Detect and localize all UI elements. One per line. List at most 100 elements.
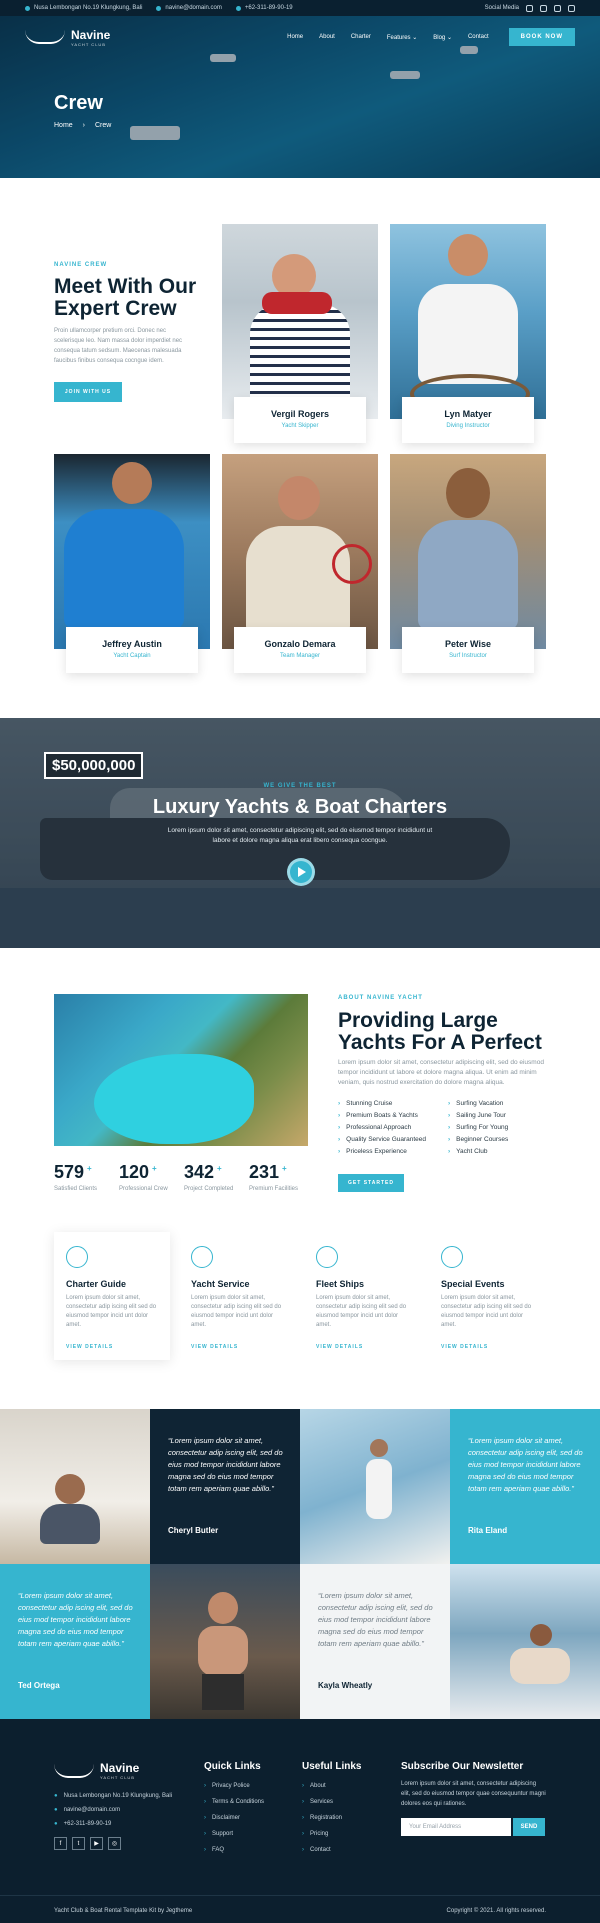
yacht-logo-icon xyxy=(54,1764,94,1778)
section-title: Meet With Our Expert Crew xyxy=(54,275,197,320)
footer-email[interactable]: ● navine@domain.com xyxy=(54,1805,120,1815)
footer-link[interactable]: Contact xyxy=(302,1847,331,1853)
feature-item: Surfing Vacation xyxy=(448,1100,558,1107)
stat-item: 342 + Project Completed xyxy=(184,1162,234,1192)
phone-icon: ● xyxy=(54,1821,58,1827)
newsletter-title: Subscribe Our Newsletter xyxy=(401,1761,524,1772)
youtube-icon[interactable] xyxy=(554,4,561,12)
crew-name: Vergil Rogers xyxy=(270,409,330,419)
crew-photo xyxy=(54,454,210,649)
nav-blog[interactable]: Blog ⌄ xyxy=(433,34,452,41)
topbar-email[interactable]: navine@domain.com xyxy=(156,5,222,11)
nav-contact[interactable]: Contact xyxy=(468,34,489,40)
crew-name: Peter Wise xyxy=(445,639,491,649)
crew-photo xyxy=(390,454,546,649)
testimonial-grid: “Lorem ipsum dolor sit amet, consectetur… xyxy=(0,1409,600,1719)
stat-item: 579 + Satisfied Clients xyxy=(54,1162,98,1192)
newsletter-email-input[interactable]: Your Email Address xyxy=(401,1818,511,1836)
testimonial-card: “Lorem ipsum dolor sit amet, consectetur… xyxy=(300,1564,450,1719)
crew-card[interactable]: Jeffrey Austin Yacht Captain xyxy=(54,454,210,673)
newsletter-text: Lorem ipsum dolor sit amet, consectetur … xyxy=(401,1781,546,1807)
facebook-icon[interactable]: f xyxy=(54,1837,67,1850)
feature-item: Stunning Cruise xyxy=(338,1100,448,1107)
crew-card[interactable]: Peter Wise Surf Instructor xyxy=(390,454,546,673)
footer-link[interactable]: Pricing xyxy=(302,1831,328,1837)
crew-photo xyxy=(222,454,378,649)
footer-credit: Yacht Club & Boat Rental Template Kit by… xyxy=(54,1908,193,1914)
crew-role: Yacht Captain xyxy=(113,653,151,659)
useful-links-title: Useful Links xyxy=(302,1761,362,1772)
feature-item: Yacht Club xyxy=(448,1148,558,1155)
feature-item: Professional Approach xyxy=(338,1124,448,1131)
facebook-icon[interactable] xyxy=(526,4,533,12)
service-card[interactable]: Yacht Service Lorem ipsum dolor sit amet… xyxy=(179,1232,295,1360)
feature-item: Surfing For Young xyxy=(448,1124,558,1131)
mail-icon: ● xyxy=(54,1807,58,1813)
footer-link[interactable]: Terms & Conditions xyxy=(204,1799,264,1805)
chevron-right-icon: › xyxy=(82,122,85,129)
crew-card[interactable]: Vergil Rogers Yacht Skipper xyxy=(222,224,378,443)
mail-icon xyxy=(156,5,162,11)
crew-name: Lyn Matyer xyxy=(444,409,492,419)
instagram-icon[interactable]: ◎ xyxy=(108,1837,121,1850)
badge-icon xyxy=(441,1246,463,1268)
instagram-icon[interactable] xyxy=(568,4,575,12)
footer-link[interactable]: Services xyxy=(302,1799,333,1805)
nav-charter[interactable]: Charter xyxy=(351,34,371,40)
nav-features[interactable]: Features ⌄ xyxy=(387,34,417,41)
breadcrumb: Home › Crew xyxy=(54,122,119,129)
page-hero: Navine YACHT CLUB Home About Charter Fea… xyxy=(0,16,600,178)
promo-banner: $50,000,000 WE GIVE THE BEST Luxury Yach… xyxy=(0,718,600,948)
view-details-link[interactable]: VIEW DETAILS xyxy=(66,1344,113,1350)
crew-role: Yacht Skipper xyxy=(281,423,319,429)
youtube-icon[interactable]: ▶ xyxy=(90,1837,103,1850)
get-started-button[interactable]: GET STARTED xyxy=(338,1174,404,1192)
testimonial-photo xyxy=(150,1564,300,1719)
anchor-icon xyxy=(316,1246,338,1268)
footer-link[interactable]: Registration xyxy=(302,1815,342,1821)
location-icon: ● xyxy=(54,1793,58,1799)
stats-row: 579 + Satisfied Clients 120 + Professional C… xyxy=(54,1162,314,1192)
testimonial-card: “Lorem ipsum dolor sit amet, consectetur… xyxy=(150,1409,300,1564)
section-text: Proin ullamcorper pretium orci. Donec ne… xyxy=(54,328,183,364)
crew-role: Diving Instructor xyxy=(446,423,490,429)
crew-card[interactable]: Gonzalo Demara Team Manager xyxy=(222,454,378,673)
join-with-us-button[interactable]: JOIN WITH US xyxy=(54,382,122,402)
crew-name: Gonzalo Demara xyxy=(264,639,336,649)
footer-phone[interactable]: ● +62-311-89-90-19 xyxy=(54,1819,111,1829)
crew-card[interactable]: Lyn Matyer Diving Instructor xyxy=(390,224,546,443)
twitter-icon[interactable] xyxy=(540,4,547,12)
twitter-icon[interactable]: t xyxy=(72,1837,85,1850)
topbar-phone[interactable]: +62-311-89-90-19 xyxy=(235,5,293,11)
main-navigation: Navine YACHT CLUB Home About Charter Fea… xyxy=(25,24,575,50)
send-button[interactable]: SEND xyxy=(513,1818,545,1836)
breadcrumb-home[interactable]: Home xyxy=(54,122,73,129)
footer-link[interactable]: About xyxy=(302,1783,326,1789)
yacht-logo-icon xyxy=(25,30,65,44)
service-card[interactable]: Fleet Ships Lorem ipsum dolor sit amet, … xyxy=(304,1232,420,1360)
logo[interactable]: Navine YACHT CLUB xyxy=(25,28,110,47)
play-video-button[interactable] xyxy=(287,858,315,886)
footer-bottom: Yacht Club & Boat Rental Template Kit by… xyxy=(0,1895,600,1914)
testimonial-photo xyxy=(450,1564,600,1719)
page-title: Crew xyxy=(54,92,103,114)
service-card[interactable]: Special Events Lorem ipsum dolor sit ame… xyxy=(429,1232,545,1360)
service-card[interactable]: Charter Guide Lorem ipsum dolor sit amet… xyxy=(54,1232,170,1360)
testimonial-photo xyxy=(300,1409,450,1564)
view-details-link[interactable]: VIEW DETAILS xyxy=(316,1344,363,1350)
nav-home[interactable]: Home xyxy=(287,34,303,40)
crew-role: Team Manager xyxy=(279,653,321,659)
stat-item: 120 + Professional Crew xyxy=(119,1162,168,1192)
breadcrumb-current: Crew xyxy=(94,122,112,129)
nav-about[interactable]: About xyxy=(319,34,335,40)
footer-link[interactable]: Support xyxy=(204,1831,233,1837)
book-now-button[interactable]: BOOK NOW xyxy=(508,28,575,46)
footer-link[interactable]: FAQ xyxy=(204,1847,224,1853)
footer-link[interactable]: Privacy Police xyxy=(204,1783,250,1789)
view-details-link[interactable]: VIEW DETAILS xyxy=(191,1344,238,1350)
footer-link[interactable]: Disclaimer xyxy=(204,1815,240,1821)
boat-icon xyxy=(191,1246,213,1268)
testimonial-photo xyxy=(0,1409,150,1564)
view-details-link[interactable]: VIEW DETAILS xyxy=(441,1344,488,1350)
footer-logo[interactable]: Navine YACHT CLUB xyxy=(54,1761,139,1780)
